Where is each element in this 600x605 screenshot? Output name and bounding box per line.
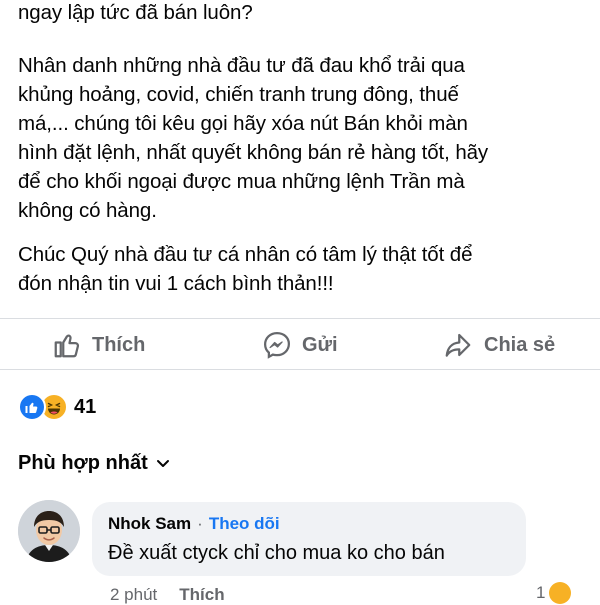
comment-author[interactable]: Nhok Sam — [108, 514, 191, 533]
like-button[interactable]: Thích — [52, 322, 145, 368]
post-paragraph: Nhân danh những nhà đầu tư đã đau khổ tr… — [18, 51, 488, 225]
like-label: Thích — [92, 333, 146, 356]
divider — [0, 318, 600, 319]
post-line: Nhân danh những nhà đầu tư đã đau khổ tr… — [18, 54, 465, 77]
divider — [0, 369, 600, 370]
post-line: Chúc Quý nhà đầu tư cá nhân có tâm lý th… — [18, 243, 473, 266]
share-label: Chia sẻ — [484, 333, 556, 356]
comment-text: Đề xuất ctyck chỉ cho mua ko cho bán — [108, 542, 445, 564]
thumbs-up-icon — [54, 334, 80, 358]
comment-meta: 2 phút Thích — [110, 585, 225, 605]
post-line: đón nhận tin vui 1 cách bình thản!!! — [18, 272, 334, 295]
comment-sort-dropdown[interactable]: Phù hợp nhất — [18, 452, 170, 475]
share-arrow-icon — [445, 333, 471, 357]
post-line: ngay lập tức đã bán luôn? — [18, 1, 253, 24]
post-line: hình đặt lệnh, nhất quyết không bán rẻ h… — [18, 141, 489, 164]
comment-bubble: Nhok Sam · Theo dõi Đề xuất ctyck chỉ cho … — [92, 502, 526, 576]
comment-reaction-count: 1 — [536, 583, 546, 602]
messenger-icon — [263, 331, 291, 359]
post-line: khủng hoảng, covid, chiến tranh trung đô… — [18, 83, 459, 106]
follow-button[interactable]: Theo dõi — [209, 514, 280, 533]
send-label: Gửi — [302, 333, 338, 356]
reaction-count: 41 — [74, 395, 97, 418]
post-line: để cho khối ngoại được mua những lệnh Tr… — [18, 170, 465, 193]
share-button[interactable]: Chia sẻ — [442, 322, 555, 368]
like-reaction-icon — [18, 393, 46, 421]
comment-time: 2 phút — [110, 585, 158, 604]
reaction-summary[interactable]: 41 — [18, 393, 96, 421]
avatar-photo — [18, 500, 80, 562]
sort-label: Phù hợp nhất — [18, 452, 148, 474]
comment-reactions[interactable]: 1 — [536, 582, 572, 604]
separator-dot: · — [197, 514, 203, 533]
haha-reaction-icon — [549, 582, 572, 604]
avatar[interactable] — [18, 500, 80, 562]
post-paragraph: Chúc Quý nhà đầu tư cá nhân có tâm lý th… — [18, 240, 473, 298]
send-button[interactable]: Gửi — [262, 322, 338, 368]
chevron-down-icon — [156, 459, 169, 467]
comment-header: Nhok Sam · Theo dõi — [108, 514, 280, 534]
post-line: không có hàng. — [18, 199, 157, 222]
post-line: má,... chúng tôi kêu gọi hãy xóa nút Bán… — [18, 112, 468, 135]
post-action-bar: Thích Gửi Chia sẻ — [0, 322, 600, 368]
comment-like-button[interactable]: Thích — [179, 585, 224, 605]
